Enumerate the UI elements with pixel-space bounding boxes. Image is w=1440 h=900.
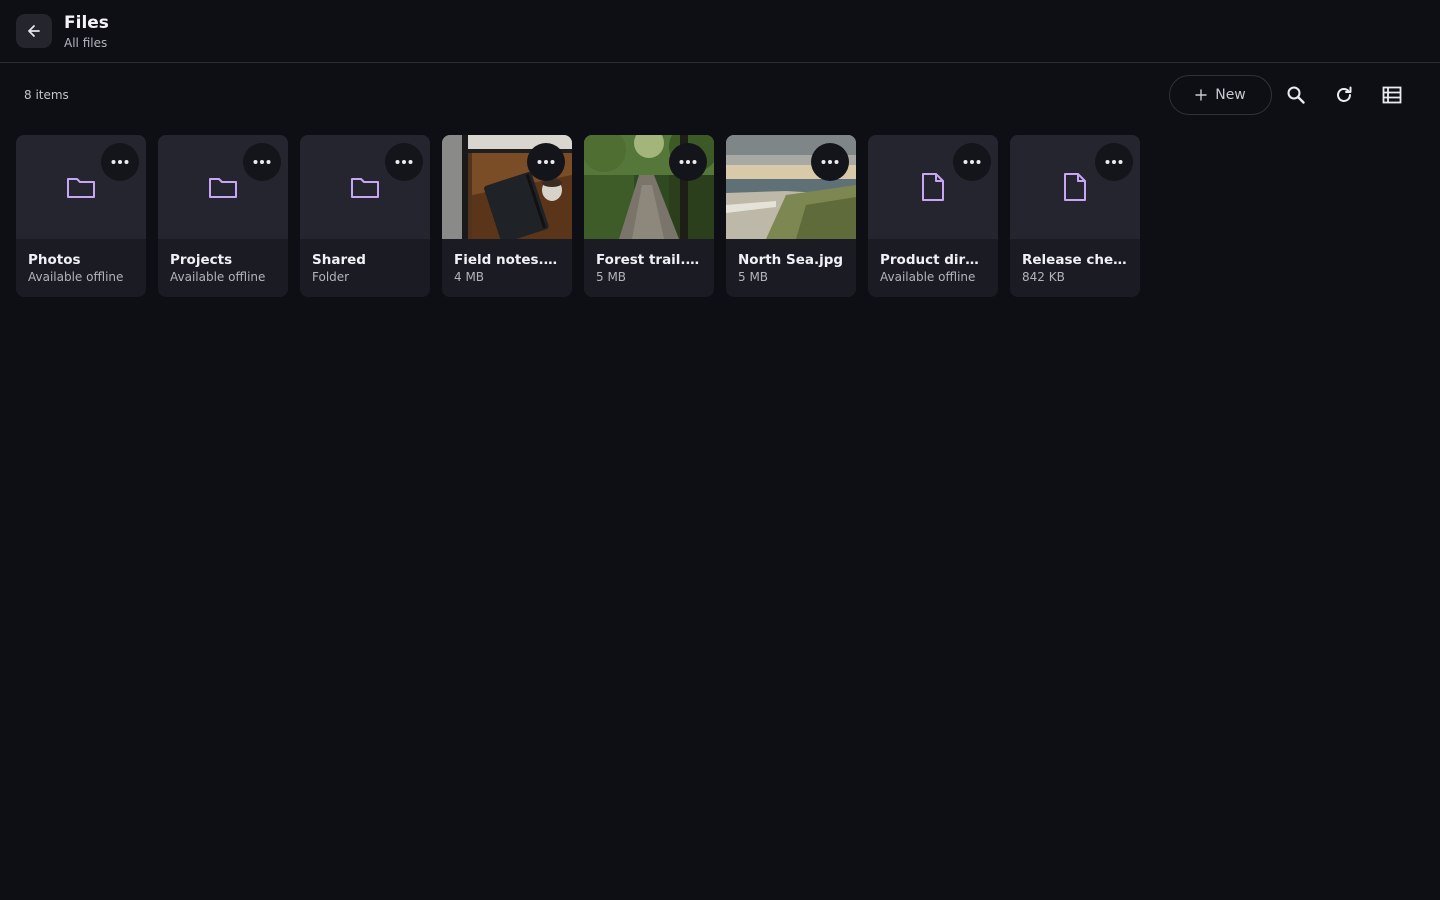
new-button[interactable]: New	[1169, 75, 1272, 115]
file-meta: 5 MB	[738, 270, 769, 284]
file-name: Shared	[312, 252, 366, 268]
thumbnail	[442, 135, 572, 239]
file-card-projects[interactable]: Projects Available offline	[158, 135, 288, 297]
thumbnail	[16, 135, 146, 239]
title-block: Files All files	[64, 12, 109, 52]
more-options-button[interactable]	[669, 143, 707, 181]
document-icon	[1064, 173, 1086, 201]
thumbnail	[726, 135, 856, 239]
more-horizontal-icon	[679, 160, 697, 164]
toolbar: 8 items New	[0, 64, 1440, 126]
file-meta: Available offline	[880, 270, 976, 284]
file-meta: 842 KB	[1022, 270, 1065, 284]
file-card-product-directory[interactable]: Product directory Available offline	[868, 135, 998, 297]
more-horizontal-icon	[1105, 160, 1123, 164]
file-name: Field notes.jpg	[454, 252, 560, 268]
file-meta: 5 MB	[596, 270, 627, 284]
file-name: North Sea.jpg	[738, 252, 844, 268]
file-grid: Photos Available offline Projects Availa…	[16, 135, 1140, 297]
arrow-left-icon	[28, 25, 40, 37]
top-bar: Files All files	[0, 0, 1440, 63]
card-info: Field notes.jpg 4 MB	[442, 239, 572, 286]
file-meta: Available offline	[170, 270, 266, 284]
file-name: Forest trail.jpg	[596, 252, 702, 268]
more-options-button[interactable]	[243, 143, 281, 181]
breadcrumb: All files	[64, 36, 108, 50]
more-horizontal-icon	[395, 160, 413, 164]
document-icon	[922, 173, 944, 201]
more-horizontal-icon	[963, 160, 981, 164]
file-card-forest-trail[interactable]: Forest trail.jpg 5 MB	[584, 135, 714, 297]
folder-icon	[209, 178, 237, 198]
file-card-shared[interactable]: Shared Folder	[300, 135, 430, 297]
more-options-button[interactable]	[953, 143, 991, 181]
more-horizontal-icon	[253, 160, 271, 164]
refresh-button[interactable]	[1332, 83, 1356, 107]
list-view-icon	[1382, 86, 1402, 104]
file-card-north-sea[interactable]: North Sea.jpg 5 MB	[726, 135, 856, 297]
file-name: Product directory	[880, 252, 986, 268]
more-horizontal-icon	[111, 160, 129, 164]
file-name: Projects	[170, 252, 233, 268]
more-options-button[interactable]	[811, 143, 849, 181]
file-card-photos[interactable]: Photos Available offline	[16, 135, 146, 297]
refresh-icon	[1337, 86, 1352, 102]
new-button-label: New	[1215, 87, 1246, 103]
more-horizontal-icon	[537, 160, 555, 164]
card-info: Shared Folder	[300, 239, 430, 286]
card-info: Photos Available offline	[16, 239, 146, 286]
file-name: Release checklist	[1022, 252, 1128, 268]
more-options-button[interactable]	[527, 143, 565, 181]
back-button[interactable]	[16, 14, 52, 48]
card-info: North Sea.jpg 5 MB	[726, 239, 856, 286]
plus-icon	[1195, 89, 1207, 101]
item-count: 8 items	[24, 88, 69, 102]
more-options-button[interactable]	[1095, 143, 1133, 181]
file-meta: Folder	[312, 270, 350, 284]
more-options-button[interactable]	[101, 143, 139, 181]
card-info: Product directory Available offline	[868, 239, 998, 286]
file-meta: Available offline	[28, 270, 124, 284]
list-view-button[interactable]	[1380, 83, 1404, 107]
file-card-release-checklist[interactable]: Release checklist 842 KB	[1010, 135, 1140, 297]
card-info: Forest trail.jpg 5 MB	[584, 239, 714, 286]
more-horizontal-icon	[821, 160, 839, 164]
thumbnail	[868, 135, 998, 239]
thumbnail	[158, 135, 288, 239]
folder-icon	[67, 178, 95, 198]
thumbnail	[1010, 135, 1140, 239]
thumbnail	[300, 135, 430, 239]
search-button[interactable]	[1284, 83, 1308, 107]
card-info: Release checklist 842 KB	[1010, 239, 1140, 286]
card-info: Projects Available offline	[158, 239, 288, 286]
folder-icon	[351, 178, 379, 198]
file-name: Photos	[28, 252, 81, 268]
page-title: Files	[64, 13, 109, 33]
search-icon	[1287, 86, 1305, 104]
thumbnail	[584, 135, 714, 239]
file-meta: 4 MB	[454, 270, 485, 284]
file-card-field-notes[interactable]: Field notes.jpg 4 MB	[442, 135, 572, 297]
more-options-button[interactable]	[385, 143, 423, 181]
